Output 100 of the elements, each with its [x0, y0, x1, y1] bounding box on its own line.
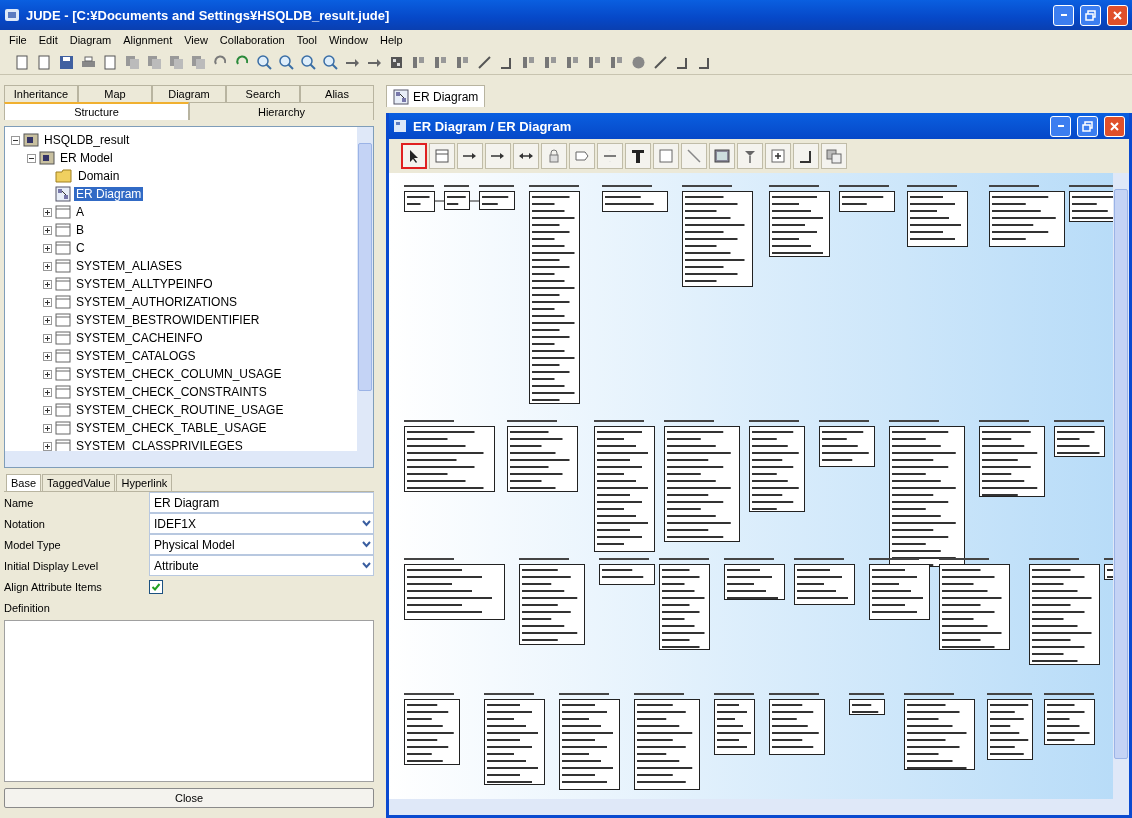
menu-item[interactable]: View [179, 34, 213, 46]
tab[interactable]: Structure [4, 102, 189, 120]
tree-item[interactable]: ER Diagram [74, 187, 144, 201]
vertical-scrollbar[interactable] [357, 127, 373, 451]
entity-box-drawing [819, 420, 875, 467]
tree-item[interactable]: SYSTEM_CHECK_ROUTINE_USAGE [74, 403, 286, 417]
tab[interactable]: Hierarchy [189, 102, 374, 120]
tree-item[interactable]: SYSTEM_AUTHORIZATIONS [74, 295, 240, 309]
vertical-scrollbar[interactable] [1113, 173, 1129, 799]
image-icon [713, 147, 731, 165]
expand-icon[interactable] [43, 261, 52, 271]
expand-icon[interactable] [43, 387, 52, 397]
plus-icon [769, 147, 787, 165]
tree-item[interactable]: SYSTEM_ALIASES [74, 259, 185, 273]
package-icon [39, 151, 55, 165]
tree-item[interactable]: B [74, 223, 86, 237]
tab[interactable]: TaggedValue [42, 474, 116, 491]
restore-icon [1082, 120, 1093, 132]
restore-button[interactable] [1077, 115, 1098, 137]
expand-icon[interactable] [43, 423, 52, 433]
expand-icon[interactable] [43, 333, 52, 343]
tree-item[interactable]: A [74, 205, 86, 219]
name-field[interactable]: ER Diagram [149, 492, 374, 513]
tab[interactable]: Alias [300, 85, 374, 102]
tool-button[interactable] [513, 143, 539, 169]
dropdown[interactable]: Physical Model [149, 534, 374, 555]
diagram-window-title: ER Diagram / ER Diagram [413, 118, 573, 134]
toolbar-button[interactable] [298, 52, 318, 72]
expand-icon[interactable] [43, 243, 52, 253]
tree-item[interactable]: SYSTEM_CHECK_COLUMN_USAGE [74, 367, 284, 381]
definition-field[interactable] [4, 620, 374, 782]
collapse-icon[interactable] [27, 153, 36, 163]
entity-box-drawing [839, 185, 895, 212]
expand-icon[interactable] [43, 279, 52, 289]
tab[interactable]: Map [78, 85, 152, 102]
tree-item[interactable]: SYSTEM_BESTROWIDENTIFIER [74, 313, 262, 327]
toolbar-button[interactable] [276, 52, 296, 72]
menu-item[interactable]: Window [323, 34, 373, 46]
restore-button[interactable] [1080, 4, 1101, 26]
tree-item[interactable]: SYSTEM_CHECK_TABLE_USAGE [74, 421, 269, 435]
expand-icon[interactable] [43, 315, 52, 325]
zoom-icon [255, 53, 273, 71]
entity-box-drawing [404, 693, 460, 765]
line-icon [685, 147, 703, 165]
expand-icon[interactable] [43, 297, 52, 307]
minimize-button[interactable] [1050, 115, 1071, 137]
table-icon [55, 259, 71, 273]
tool-button[interactable] [625, 143, 651, 169]
expand-icon[interactable] [43, 369, 52, 379]
close-button[interactable] [1104, 115, 1125, 137]
expand-icon[interactable] [43, 351, 52, 361]
document-tab[interactable]: ER Diagram [386, 85, 486, 107]
menu-item[interactable]: Diagram [64, 34, 117, 46]
tree-item[interactable]: SYSTEM_CATALOGS [74, 349, 198, 363]
expand-icon[interactable] [43, 225, 52, 235]
entity-box-drawing [724, 558, 785, 600]
tree-item[interactable]: SYSTEM_CHECK_CONSTRAINTS [74, 385, 269, 399]
expand-icon[interactable] [43, 207, 52, 217]
restore-icon [1085, 9, 1096, 21]
entity-box-drawing [599, 558, 655, 585]
horizontal-scrollbar[interactable] [389, 799, 1129, 815]
close-icon [1112, 9, 1123, 21]
menu-item[interactable]: Edit [33, 34, 63, 46]
close-button[interactable] [1107, 4, 1128, 26]
dropdown[interactable]: IDEF1X [149, 513, 374, 534]
toolbar-button[interactable] [254, 52, 274, 72]
tree-item[interactable]: SYSTEM_CACHEINFO [74, 331, 205, 345]
close-panel-button[interactable]: Close [4, 788, 374, 808]
dropdown[interactable]: Attribute [149, 555, 374, 576]
expand-icon[interactable] [43, 405, 52, 415]
toolbar-button[interactable] [320, 52, 340, 72]
menu-item[interactable]: File [4, 34, 32, 46]
copy-icon [123, 53, 141, 71]
menu-item[interactable]: Tool [291, 34, 322, 46]
tab[interactable]: Base [6, 474, 42, 491]
tree-item[interactable]: ER Model [58, 151, 115, 165]
table-icon [55, 313, 71, 327]
tab[interactable]: Diagram [152, 85, 226, 102]
tab[interactable]: Inheritance [4, 85, 78, 102]
window-title: JUDE - [C:¥Documents and Settings¥HSQLDB_result.jude] [26, 7, 391, 23]
page-icon [101, 53, 119, 71]
menu-item[interactable]: Collaboration [214, 34, 290, 46]
expand-icon[interactable] [43, 441, 52, 451]
package-icon [23, 133, 39, 147]
collapse-icon[interactable] [11, 135, 20, 145]
tool-button[interactable] [401, 143, 427, 169]
tree-item[interactable]: HSQLDB_result [42, 133, 132, 147]
tree-item[interactable]: C [74, 241, 87, 255]
horizontal-scrollbar[interactable] [5, 451, 373, 467]
tree-item[interactable]: Domain [76, 169, 122, 183]
checkbox[interactable] [149, 579, 163, 594]
tab[interactable]: Search [226, 85, 300, 102]
minimize-button[interactable] [1053, 4, 1074, 26]
tree-item[interactable]: SYSTEM_ALLTYPEINFO [74, 277, 215, 291]
tool-button[interactable] [793, 143, 819, 169]
checkmark-icon [151, 581, 161, 592]
entity-box-drawing [602, 185, 668, 212]
menu-item[interactable]: Help [375, 34, 408, 46]
tab[interactable]: Hyperlink [116, 474, 173, 491]
menu-item[interactable]: Alignment [118, 34, 178, 46]
